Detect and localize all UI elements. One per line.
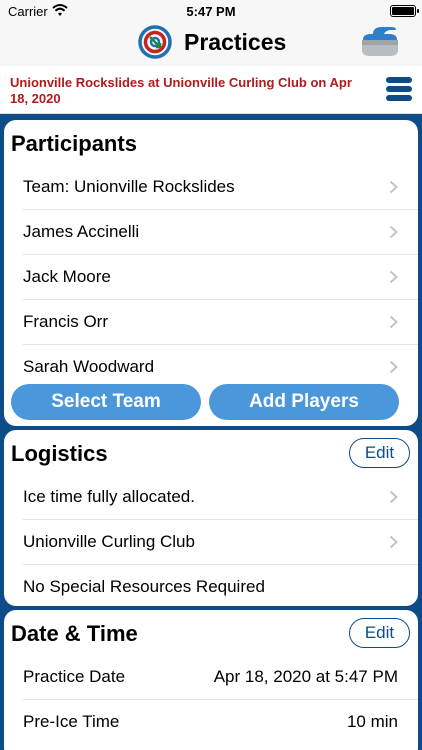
chevron-right-icon [389, 490, 398, 504]
clock: 5:47 PM [186, 4, 236, 19]
chevron-right-icon [389, 315, 398, 329]
logistics-title: Logistics [11, 441, 108, 466]
chevron-right-icon [389, 180, 398, 194]
curling-target-icon [138, 25, 172, 59]
participant-label: Sarah Woodward [23, 357, 155, 376]
logistics-label: No Special Resources Required [23, 577, 265, 596]
datetime-value: 10 min [346, 712, 398, 731]
participant-row[interactable]: Jack Moore [23, 255, 418, 300]
select-team-button[interactable]: Select Team [11, 384, 201, 420]
chevron-right-icon [389, 535, 398, 549]
participant-row[interactable]: James Accinelli [23, 210, 418, 255]
participant-label: Jack Moore [23, 267, 111, 286]
participant-label: Team: Unionville Rockslides [23, 177, 235, 196]
chevron-right-icon [389, 225, 398, 239]
participant-row-team[interactable]: Team: Unionville Rockslides [23, 165, 418, 210]
logistics-row-ice-time[interactable]: Ice time fully allocated. [23, 475, 418, 520]
nav-bar: Practices [0, 22, 422, 66]
chevron-right-icon [389, 270, 398, 284]
page-title: Practices [184, 29, 287, 55]
datetime-row-practice-date[interactable]: Practice Date Apr 18, 2020 at 5:47 PM [23, 655, 418, 700]
event-header: Unionville Rockslides at Unionville Curl… [0, 66, 422, 114]
battery-icon [390, 5, 419, 17]
status-bar: Carrier 5:47 PM [0, 0, 422, 22]
participant-label: Francis Orr [23, 312, 108, 331]
datetime-edit-button[interactable]: Edit [349, 618, 410, 648]
logistics-row-venue[interactable]: Unionville Curling Club [23, 520, 418, 565]
datetime-label: Pre-Ice Time [23, 712, 120, 731]
logistics-edit-button[interactable]: Edit [349, 438, 410, 468]
add-players-button[interactable]: Add Players [209, 384, 399, 420]
chevron-right-icon [389, 360, 398, 374]
participant-row[interactable]: Francis Orr [23, 300, 418, 345]
logistics-label: Unionville Curling Club [23, 532, 195, 551]
logistics-label: Ice time fully allocated. [23, 487, 195, 506]
event-title: Unionville Rockslides at Unionville Curl… [10, 75, 352, 106]
participants-card: Participants Team: Unionville Rockslides… [4, 120, 418, 426]
datetime-card: Date & Time Edit Practice Date Apr 18, 2… [4, 610, 418, 750]
curling-stone-icon[interactable] [358, 25, 402, 59]
logistics-card: Logistics Edit Ice time fully allocated.… [4, 430, 418, 606]
datetime-title: Date & Time [11, 621, 138, 646]
participants-title: Participants [11, 131, 137, 156]
datetime-value: Apr 18, 2020 at 5:47 PM [213, 667, 398, 686]
datetime-row-pre-ice[interactable]: Pre-Ice Time 10 min [23, 700, 418, 745]
logistics-row-resources: No Special Resources Required [23, 565, 418, 606]
participant-label: James Accinelli [23, 222, 140, 241]
datetime-label: Practice Date [23, 667, 126, 686]
menu-icon[interactable] [386, 77, 412, 101]
